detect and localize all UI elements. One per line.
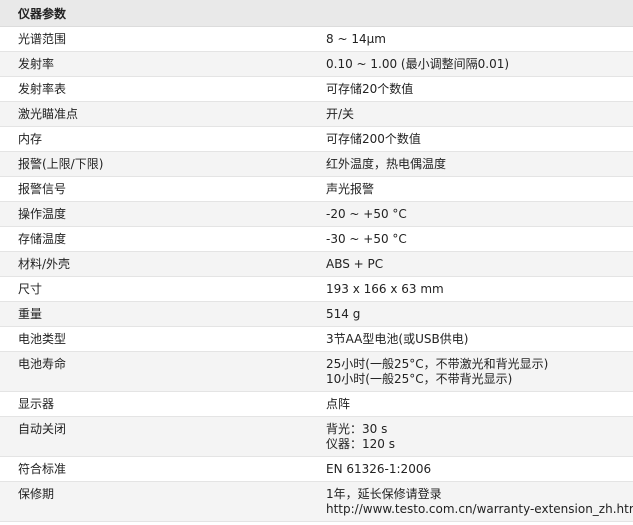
spec-value: 开/关 [326, 101, 633, 127]
spec-value: 点阵 [326, 391, 633, 417]
spec-label: 报警信号 [0, 176, 326, 202]
spec-label: 报警(上限/下限) [0, 151, 326, 177]
spec-value-line: 可存储200个数值 [326, 132, 421, 146]
spec-row: 尺寸 193 x 166 x 63 mm [0, 276, 633, 302]
spec-value-line: 声光报警 [326, 182, 375, 196]
spec-value: 可存储20个数值 [326, 76, 633, 102]
spec-value-line: 可存储20个数值 [326, 82, 414, 96]
spec-row: 操作温度 -20 ~ +50 °C [0, 201, 633, 227]
spec-label: 存储温度 [0, 226, 326, 252]
spec-value: 0.10 ~ 1.00 (最小调整间隔0.01) [326, 51, 633, 77]
spec-value-line: 514 g [326, 307, 361, 321]
spec-table-header: 仪器参数 [0, 0, 633, 27]
spec-table: 仪器参数 光谱范围 8 ~ 14μm 发射率 0.10 ~ 1.00 (最小调整间隔0… [0, 0, 633, 522]
spec-label: 保修期 [0, 481, 326, 522]
spec-value: -30 ~ +50 °C [326, 226, 633, 252]
spec-value-line: 3节AA型电池(或USB供电) [326, 332, 469, 346]
spec-row: 重量 514 g [0, 301, 633, 327]
spec-label: 电池寿命 [0, 351, 326, 392]
spec-value-line: http://www.testo.com.cn/warranty-extensi… [326, 502, 633, 516]
spec-label: 显示器 [0, 391, 326, 417]
spec-label: 光谱范围 [0, 26, 326, 52]
spec-label: 符合标准 [0, 456, 326, 482]
spec-row: 发射率 0.10 ~ 1.00 (最小调整间隔0.01) [0, 51, 633, 77]
spec-row: 电池寿命 25小时(一般25°C，不带激光和背光显示) 10小时(一般25°C，不带… [0, 351, 633, 392]
spec-row: 报警(上限/下限) 红外温度，热电偶温度 [0, 151, 633, 177]
spec-value: 1年，延长保修请登录 http://www.testo.com.cn/warran… [326, 481, 633, 522]
spec-label: 内存 [0, 126, 326, 152]
spec-table-title: 仪器参数 [0, 0, 633, 27]
spec-label: 激光瞄准点 [0, 101, 326, 127]
spec-value-line: -20 ~ +50 °C [326, 207, 407, 221]
spec-value: ABS + PC [326, 251, 633, 277]
spec-value-line: 0.10 ~ 1.00 (最小调整间隔0.01) [326, 57, 510, 71]
spec-label: 尺寸 [0, 276, 326, 302]
spec-value: 声光报警 [326, 176, 633, 202]
spec-value-line: 25小时(一般25°C，不带激光和背光显示) [326, 357, 549, 371]
spec-value: 193 x 166 x 63 mm [326, 276, 633, 302]
spec-value: EN 61326-1:2006 [326, 456, 633, 482]
spec-value: 25小时(一般25°C，不带激光和背光显示) 10小时(一般25°C，不带背光显示… [326, 351, 633, 392]
spec-label: 电池类型 [0, 326, 326, 352]
spec-row: 保修期 1年，延长保修请登录 http://www.testo.com.cn/war… [0, 481, 633, 522]
spec-row: 材料/外壳 ABS + PC [0, 251, 633, 277]
spec-value: 514 g [326, 301, 633, 327]
spec-row: 符合标准 EN 61326-1:2006 [0, 456, 633, 482]
spec-value: 红外温度，热电偶温度 [326, 151, 633, 177]
spec-value-line: 193 x 166 x 63 mm [326, 282, 444, 296]
spec-row: 激光瞄准点 开/关 [0, 101, 633, 127]
spec-value: 背光：30 s 仪器：120 s [326, 416, 633, 457]
spec-value-line: 背光：30 s [326, 422, 388, 436]
spec-value-line: 1年，延长保修请登录 [326, 487, 442, 501]
spec-value: 3节AA型电池(或USB供电) [326, 326, 633, 352]
spec-table-body: 光谱范围 8 ~ 14μm 发射率 0.10 ~ 1.00 (最小调整间隔0.01) 发… [0, 26, 633, 522]
spec-row: 光谱范围 8 ~ 14μm [0, 26, 633, 52]
spec-value-line: -30 ~ +50 °C [326, 232, 407, 246]
spec-label: 材料/外壳 [0, 251, 326, 277]
spec-value-line: 开/关 [326, 107, 355, 121]
spec-label: 发射率 [0, 51, 326, 77]
spec-value: 可存储200个数值 [326, 126, 633, 152]
spec-label: 自动关闭 [0, 416, 326, 457]
spec-row: 存储温度 -30 ~ +50 °C [0, 226, 633, 252]
spec-row: 显示器 点阵 [0, 391, 633, 417]
spec-value: -20 ~ +50 °C [326, 201, 633, 227]
spec-row: 报警信号 声光报警 [0, 176, 633, 202]
spec-label: 重量 [0, 301, 326, 327]
spec-value-line: 10小时(一般25°C，不带背光显示) [326, 372, 513, 386]
spec-label: 操作温度 [0, 201, 326, 227]
spec-value: 8 ~ 14μm [326, 26, 633, 52]
spec-value-line: ABS + PC [326, 257, 384, 271]
spec-value-line: 红外温度，热电偶温度 [326, 157, 447, 171]
spec-row: 发射率表 可存储20个数值 [0, 76, 633, 102]
spec-label: 发射率表 [0, 76, 326, 102]
spec-row: 电池类型 3节AA型电池(或USB供电) [0, 326, 633, 352]
spec-value-line: 仪器：120 s [326, 437, 395, 451]
spec-value-line: 8 ~ 14μm [326, 32, 386, 46]
spec-row: 内存 可存储200个数值 [0, 126, 633, 152]
spec-row: 自动关闭 背光：30 s 仪器：120 s [0, 416, 633, 457]
spec-value-line: 点阵 [326, 397, 351, 411]
spec-value-line: EN 61326-1:2006 [326, 462, 432, 476]
